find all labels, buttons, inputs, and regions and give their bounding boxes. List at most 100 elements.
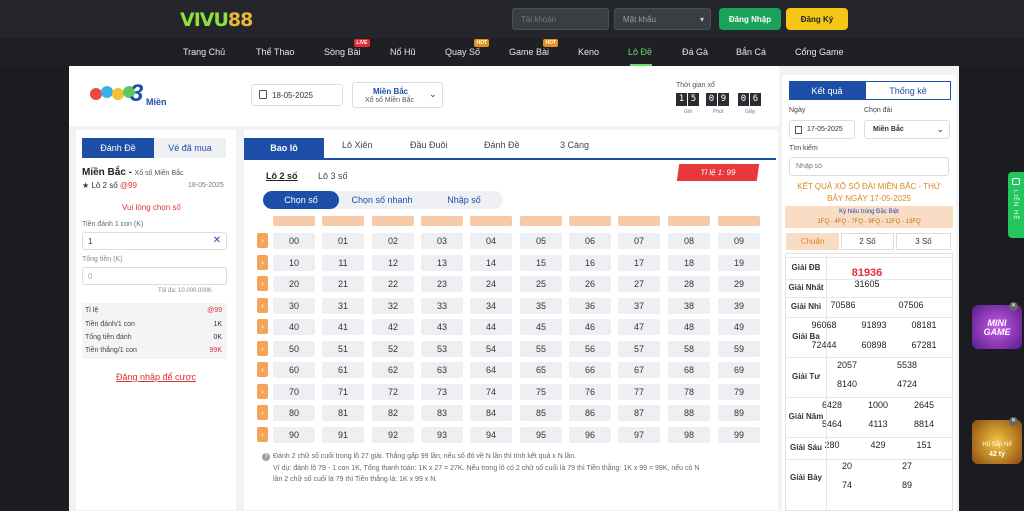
date-picker[interactable]: 18-05-2025 — [251, 84, 343, 106]
tab-lo-xien[interactable]: Lô Xiên — [342, 140, 373, 150]
password-input[interactable]: Mật khẩu ▾ — [614, 8, 711, 30]
nav-slots[interactable]: Nổ Hũ — [390, 47, 416, 57]
number-cell[interactable]: 70 — [273, 384, 315, 400]
number-cell[interactable]: 07 — [618, 233, 660, 249]
tab-place-bet[interactable]: Đánh Đề — [82, 138, 154, 158]
tab-danh-de[interactable]: Đánh Đề — [484, 140, 520, 150]
pick-mode-input[interactable]: Nhập số — [425, 191, 503, 209]
number-cell[interactable]: 19 — [718, 255, 760, 271]
number-cell[interactable]: 32 — [372, 298, 414, 314]
number-cell[interactable]: 24 — [470, 276, 512, 292]
results-region-select[interactable]: Miền Bắc ⌄ — [864, 120, 950, 139]
number-cell[interactable]: 71 — [322, 384, 364, 400]
number-cell[interactable]: 42 — [372, 319, 414, 335]
number-cell[interactable]: 15 — [520, 255, 562, 271]
row-select-chevron-icon[interactable]: › — [257, 427, 268, 442]
number-cell[interactable]: 30 — [273, 298, 315, 314]
total-input[interactable]: 0 — [82, 267, 227, 285]
number-cell[interactable]: 58 — [668, 341, 710, 357]
number-cell[interactable]: 67 — [618, 362, 660, 378]
number-cell[interactable]: 83 — [421, 405, 463, 421]
close-icon[interactable]: ✕ — [1009, 417, 1018, 426]
per-unit-input[interactable]: 1 ✕ — [82, 232, 227, 250]
number-cell[interactable]: 29 — [718, 276, 760, 292]
row-select-chevron-icon[interactable]: › — [257, 233, 268, 248]
username-input[interactable] — [512, 8, 609, 30]
number-cell[interactable]: 89 — [718, 405, 760, 421]
contact-tab[interactable]: LIÊN HỆ — [1008, 172, 1024, 238]
number-cell[interactable]: 53 — [421, 341, 463, 357]
register-button[interactable]: Đăng Ký — [786, 8, 848, 30]
row-select-chevron-icon[interactable]: › — [257, 255, 268, 270]
login-to-bet-link[interactable]: Đăng nhập để cược — [116, 372, 196, 382]
number-cell[interactable]: 25 — [520, 276, 562, 292]
number-cell[interactable]: 86 — [569, 405, 611, 421]
number-cell[interactable]: 33 — [421, 298, 463, 314]
number-cell[interactable]: 09 — [718, 233, 760, 249]
row-select-chevron-icon[interactable]: › — [257, 362, 268, 377]
number-cell[interactable]: 16 — [569, 255, 611, 271]
subtab-lo-3[interactable]: Lô 3 số — [318, 171, 348, 181]
number-cell[interactable]: 11 — [322, 255, 364, 271]
number-cell[interactable]: 01 — [322, 233, 364, 249]
number-cell[interactable]: 99 — [718, 427, 760, 443]
number-cell[interactable]: 06 — [569, 233, 611, 249]
tab-3-cang[interactable]: 3 Càng — [560, 140, 589, 150]
number-cell[interactable]: 87 — [618, 405, 660, 421]
number-cell[interactable]: 65 — [520, 362, 562, 378]
jackpot-promo[interactable]: Hũ Sắp Nổ 42 tỷ — [972, 420, 1022, 464]
number-cell[interactable]: 79 — [718, 384, 760, 400]
subtab-lo-2[interactable]: Lô 2 số — [266, 171, 298, 181]
number-cell[interactable]: 88 — [668, 405, 710, 421]
number-cell[interactable]: 34 — [470, 298, 512, 314]
number-cell[interactable]: 26 — [569, 276, 611, 292]
number-cell[interactable]: 97 — [618, 427, 660, 443]
number-cell[interactable]: 85 — [520, 405, 562, 421]
number-cell[interactable]: 60 — [273, 362, 315, 378]
nav-lottery-draw[interactable]: Quay Số HOT — [445, 39, 490, 57]
number-cell[interactable]: 08 — [668, 233, 710, 249]
number-cell[interactable]: 13 — [421, 255, 463, 271]
number-cell[interactable]: 49 — [718, 319, 760, 335]
number-cell[interactable]: 18 — [668, 255, 710, 271]
number-cell[interactable]: 66 — [569, 362, 611, 378]
number-cell[interactable]: 40 — [273, 319, 315, 335]
row-select-chevron-icon[interactable]: › — [257, 384, 268, 399]
nav-sports[interactable]: Thể Thao — [256, 47, 294, 57]
number-cell[interactable]: 22 — [372, 276, 414, 292]
number-cell[interactable]: 54 — [470, 341, 512, 357]
number-cell[interactable]: 10 — [273, 255, 315, 271]
nav-casino[interactable]: Sòng Bài LIVE — [324, 39, 370, 57]
number-cell[interactable]: 64 — [470, 362, 512, 378]
number-cell[interactable]: 59 — [718, 341, 760, 357]
number-cell[interactable]: 14 — [470, 255, 512, 271]
number-cell[interactable]: 84 — [470, 405, 512, 421]
number-cell[interactable]: 20 — [273, 276, 315, 292]
number-cell[interactable]: 61 — [322, 362, 364, 378]
nav-home[interactable]: Trang Chủ — [183, 47, 225, 57]
number-cell[interactable]: 73 — [421, 384, 463, 400]
number-cell[interactable]: 36 — [569, 298, 611, 314]
nav-game-portal[interactable]: Cổng Game — [795, 47, 844, 57]
number-cell[interactable]: 95 — [520, 427, 562, 443]
number-cell[interactable]: 57 — [618, 341, 660, 357]
number-cell[interactable]: 35 — [520, 298, 562, 314]
number-cell[interactable]: 80 — [273, 405, 315, 421]
number-cell[interactable]: 81 — [322, 405, 364, 421]
pick-mode-manual[interactable]: Chọn số — [263, 191, 339, 209]
number-cell[interactable]: 38 — [668, 298, 710, 314]
row-select-chevron-icon[interactable]: › — [257, 276, 268, 291]
number-cell[interactable]: 28 — [668, 276, 710, 292]
number-cell[interactable]: 27 — [618, 276, 660, 292]
number-cell[interactable]: 12 — [372, 255, 414, 271]
number-cell[interactable]: 93 — [421, 427, 463, 443]
number-cell[interactable]: 48 — [668, 319, 710, 335]
number-cell[interactable]: 37 — [618, 298, 660, 314]
region-select[interactable]: Miền Bắc Xổ số Miền Bắc ⌄ — [352, 82, 443, 108]
number-cell[interactable]: 17 — [618, 255, 660, 271]
view-standard[interactable]: Chuẩn — [786, 233, 839, 250]
tab-purchased-tickets[interactable]: Vé đã mua — [154, 138, 226, 158]
tab-dau-duoi[interactable]: Đầu Đuôi — [410, 140, 448, 150]
brand-logo[interactable]: VIVU88 — [180, 9, 253, 31]
number-cell[interactable]: 72 — [372, 384, 414, 400]
